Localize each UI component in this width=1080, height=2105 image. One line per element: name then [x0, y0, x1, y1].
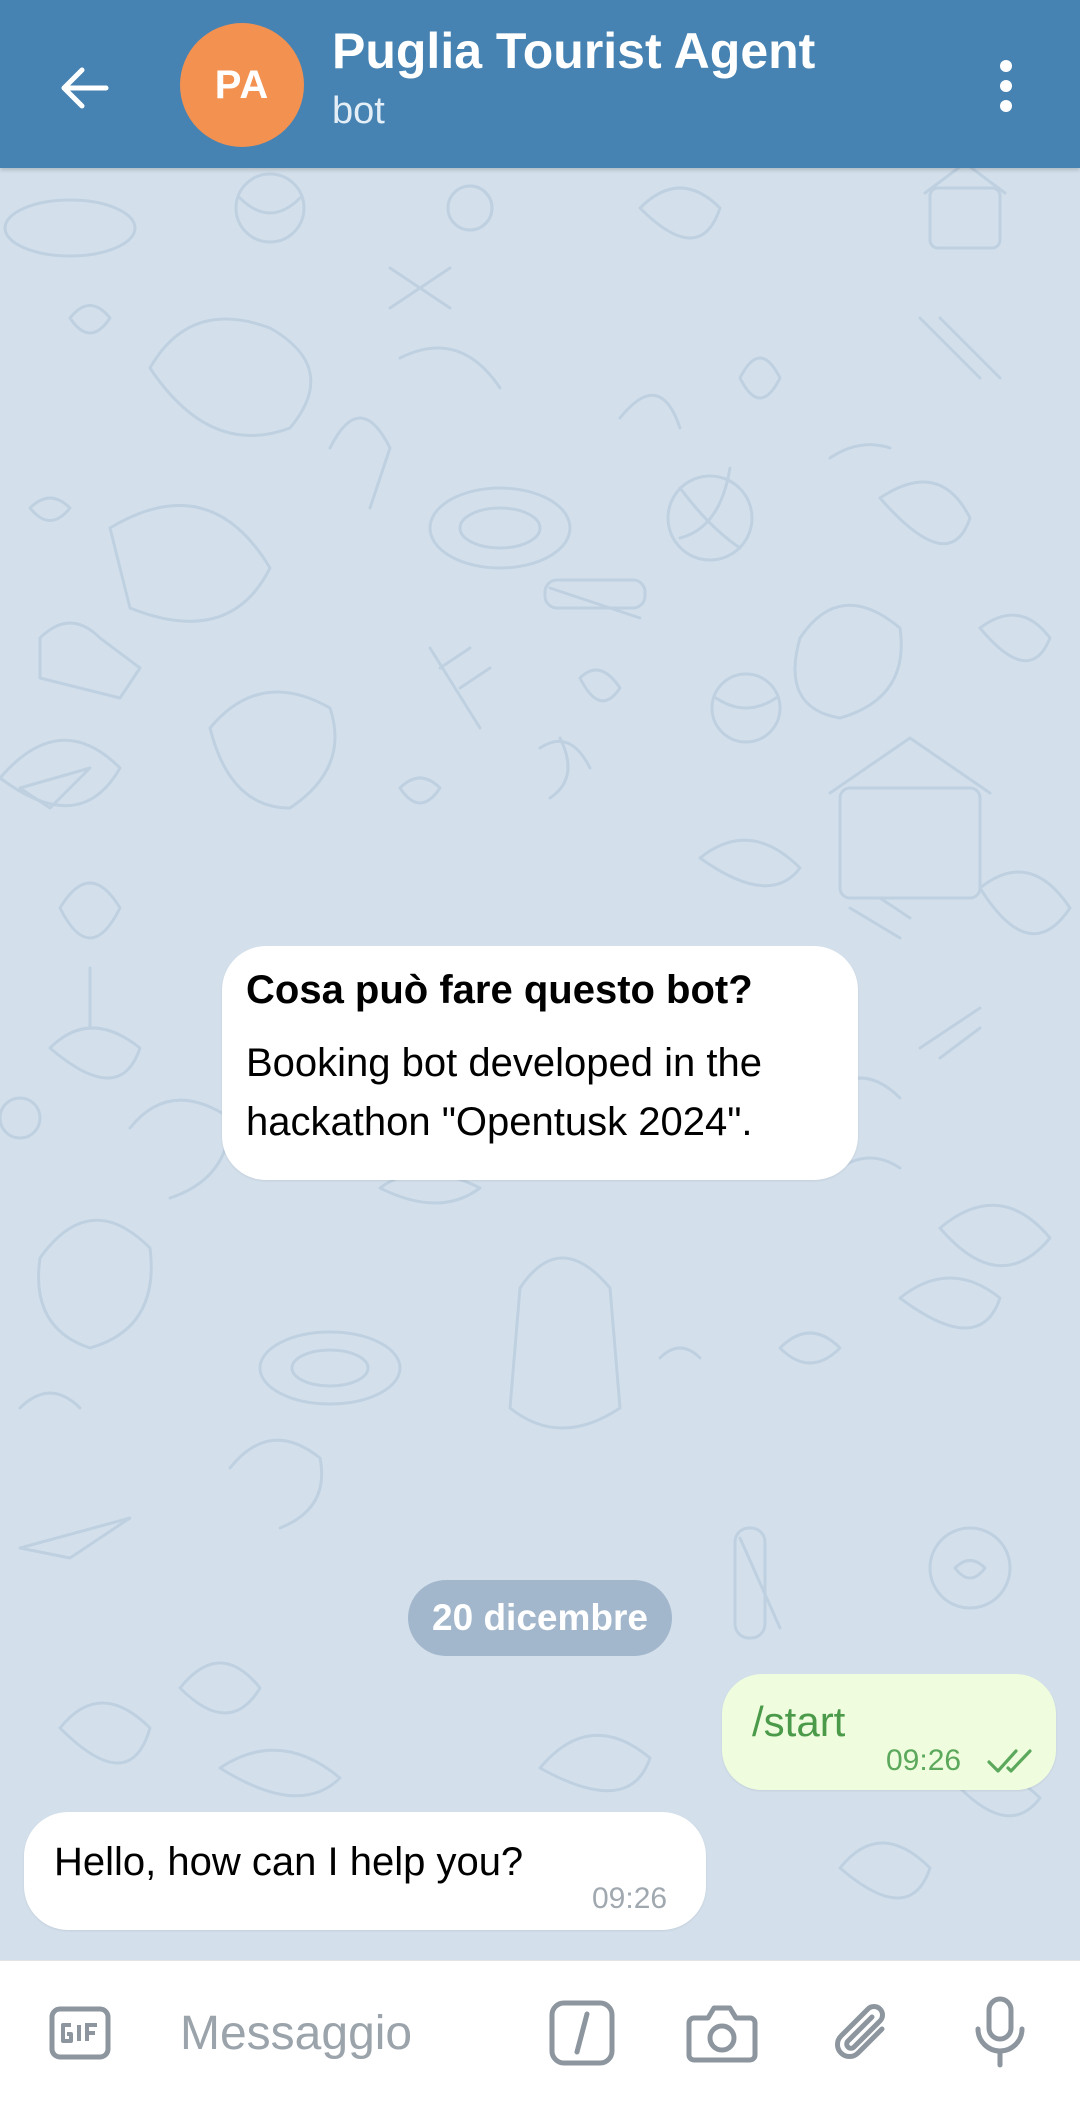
avatar[interactable]: PA	[180, 23, 304, 147]
camera-icon	[686, 2005, 758, 2063]
back-button[interactable]	[40, 44, 128, 132]
more-options-button[interactable]	[968, 40, 1044, 132]
message-time: 09:26	[592, 1882, 668, 1915]
chat-subtitle: bot	[332, 90, 385, 132]
more-vertical-icon	[1000, 60, 1012, 112]
gif-icon	[49, 2006, 111, 2060]
chat-header: PA Puglia Tourist Agent bot	[0, 0, 1080, 168]
chat-title[interactable]: Puglia Tourist Agent	[332, 22, 815, 80]
message-text: Hello, how can I help you?	[54, 1840, 524, 1884]
attach-button[interactable]	[820, 1989, 906, 2077]
message-composer	[0, 1960, 1080, 2105]
back-arrow-icon	[61, 67, 109, 109]
message-time: 09:26	[886, 1744, 962, 1777]
paperclip-icon	[835, 2004, 885, 2059]
incoming-message[interactable]: Hello, how can I help you? 09:26	[24, 1812, 706, 1930]
chat-area[interactable]: Cosa può fare questo bot? Booking bot de…	[0, 168, 1080, 1960]
camera-button[interactable]	[680, 1991, 764, 2075]
outgoing-message[interactable]: /start 09:26	[722, 1674, 1056, 1790]
bot-commands-button[interactable]	[540, 1991, 624, 2075]
double-check-icon	[987, 1749, 1032, 1773]
slash-command-icon	[549, 2000, 615, 2066]
microphone-icon	[975, 1996, 1025, 2068]
bot-info-title: Cosa può fare questo bot?	[246, 968, 753, 1012]
message-input[interactable]	[166, 1991, 554, 2075]
message-text: /start	[752, 1698, 846, 1745]
bot-info-card: Cosa può fare questo bot? Booking bot de…	[222, 946, 858, 1180]
gif-button[interactable]	[42, 1997, 118, 2069]
voice-message-button[interactable]	[958, 1987, 1042, 2079]
date-separator: 20 dicembre	[408, 1580, 672, 1656]
bot-info-description: Booking bot developed in the hackathon "…	[246, 1041, 762, 1144]
